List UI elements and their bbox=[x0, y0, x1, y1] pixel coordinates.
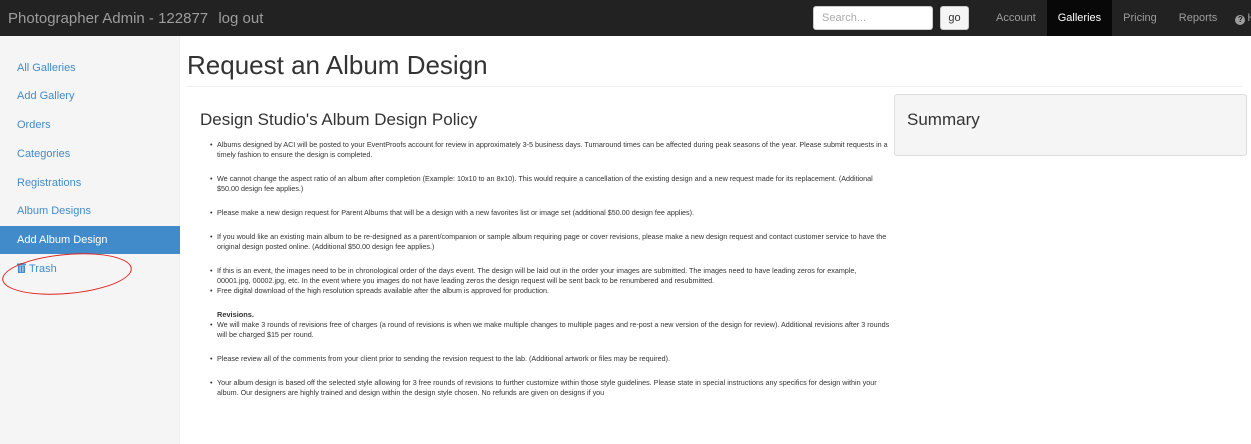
search-input[interactable]: Search... bbox=[813, 6, 933, 30]
trash-icon bbox=[17, 263, 26, 273]
sidebar-item-categories[interactable]: Categories bbox=[0, 140, 180, 168]
policy-item: Albums designed by ACI will be posted to… bbox=[200, 140, 890, 160]
nav-help-label: He bbox=[1247, 12, 1251, 24]
policy-content: Albums designed by ACI will be posted to… bbox=[200, 140, 890, 398]
sidebar-item-trash[interactable]: Trash bbox=[0, 255, 180, 283]
brand-title[interactable]: Photographer Admin - 122877 bbox=[8, 10, 208, 27]
revision-item: We will make 3 rounds of revisions free … bbox=[200, 320, 890, 340]
policy-item: Please make a new design request for Par… bbox=[200, 208, 890, 218]
sidebar-item-album-designs[interactable]: Album Designs bbox=[0, 197, 180, 225]
policy-list: Albums designed by ACI will be posted to… bbox=[200, 140, 890, 296]
nav-reports[interactable]: Reports bbox=[1168, 0, 1229, 36]
sidebar-item-add-gallery[interactable]: Add Gallery bbox=[0, 82, 180, 110]
sidebar-item-registrations[interactable]: Registrations bbox=[0, 169, 180, 197]
brand: Photographer Admin - 122877 log out bbox=[0, 10, 263, 27]
nav-help[interactable]: ?He bbox=[1228, 0, 1251, 36]
summary-title: Summary bbox=[907, 110, 980, 129]
top-navbar: Photographer Admin - 122877 log out Sear… bbox=[0, 0, 1251, 36]
help-icon: ? bbox=[1235, 15, 1246, 25]
title-divider bbox=[187, 86, 1242, 87]
revision-item: Your album design is based off the selec… bbox=[200, 378, 890, 398]
logout-link[interactable]: log out bbox=[218, 10, 263, 27]
page-title: Request an Album Design bbox=[187, 50, 488, 80]
policy-item: Free digital download of the high resolu… bbox=[200, 286, 890, 296]
nav-pricing[interactable]: Pricing bbox=[1112, 0, 1168, 36]
sidebar-item-all-galleries[interactable]: All Galleries bbox=[0, 54, 180, 82]
policy-item: If you would like an existing main album… bbox=[200, 232, 890, 252]
nav-galleries[interactable]: Galleries bbox=[1046, 0, 1113, 36]
policy-item: We cannot change the aspect ratio of an … bbox=[200, 174, 890, 194]
revisions-heading: Revisions. bbox=[217, 310, 254, 319]
revision-item: Please review all of the comments from y… bbox=[200, 354, 890, 364]
sidebar-item-add-album-design[interactable]: Add Album Design bbox=[0, 226, 180, 254]
sidebar-item-trash-label: Trash bbox=[29, 263, 57, 275]
go-button[interactable]: go bbox=[940, 6, 969, 30]
nav-links: Account Galleries Pricing Reports ?He bbox=[985, 0, 1251, 36]
sidebar: All Galleries Add Gallery Orders Categor… bbox=[0, 36, 180, 444]
policy-item: If this is an event, the images need to … bbox=[200, 266, 890, 286]
policy-heading: Design Studio's Album Design Policy bbox=[200, 110, 478, 129]
revisions-list: We will make 3 rounds of revisions free … bbox=[200, 320, 890, 398]
summary-panel: Summary bbox=[894, 94, 1247, 156]
sidebar-item-orders[interactable]: Orders bbox=[0, 111, 180, 139]
nav-account[interactable]: Account bbox=[985, 0, 1047, 36]
